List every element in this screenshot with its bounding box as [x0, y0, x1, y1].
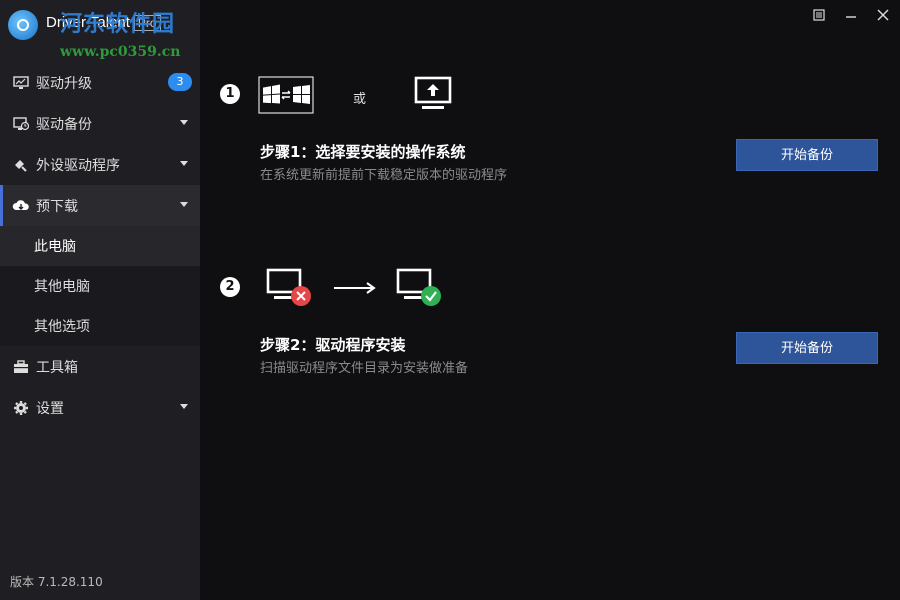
sidebar-item-label: 外设驱动程序 [36, 157, 120, 174]
start-backup-button-2[interactable]: 开始备份 [736, 332, 878, 364]
sidebar-item-toolbox[interactable]: 工具箱 [0, 346, 200, 387]
sidebar-subitem-other-pc[interactable]: 其他电脑 [0, 266, 200, 306]
sidebar-item-driver-update[interactable]: 驱动升级 3 [0, 62, 200, 103]
window-controls [812, 8, 890, 22]
sidebar-item-label: 工具箱 [36, 359, 78, 376]
chevron-down-icon [180, 404, 188, 409]
monitor-success-icon [396, 268, 444, 314]
sidebar-item-label: 设置 [36, 400, 64, 417]
or-label: 或 [353, 92, 367, 107]
main-panel: 1 或 步骤1：选择要安装的操作系统 在系统更新前提前下载稳定版本的驱动程序 开… [200, 0, 900, 600]
arrow-right-icon [333, 280, 377, 300]
monitor-error-icon [266, 268, 314, 314]
monitor-icon [12, 75, 30, 91]
sidebar-item-pre-download[interactable]: 预下载 [0, 185, 200, 226]
cloud-download-icon [12, 198, 30, 214]
sidebar-item-label: 驱动备份 [36, 116, 92, 133]
monitor-upload-icon [414, 76, 452, 118]
update-count-badge: 3 [168, 73, 192, 91]
peripheral-icon [12, 157, 30, 173]
step-2-title: 步骤2：驱动程序安装 [260, 336, 406, 354]
minimize-icon[interactable] [844, 8, 858, 22]
chevron-down-icon [180, 161, 188, 166]
chevron-down-icon [180, 120, 188, 125]
step-1-description: 在系统更新前提前下载稳定版本的驱动程序 [260, 168, 508, 183]
watermark-url: www.pc0359.cn [60, 44, 181, 60]
sidebar-item-driver-backup[interactable]: 驱动备份 [0, 103, 200, 144]
app-logo-icon [8, 10, 38, 40]
title-bar: Driver Talent Pro 河东软件园 www.pc0359.cn [0, 0, 200, 60]
os-switch-icon [258, 76, 314, 118]
gear-icon [12, 400, 30, 416]
sidebar-item-settings[interactable]: 设置 [0, 387, 200, 428]
backup-icon [12, 116, 30, 132]
sidebar-subitem-this-pc[interactable]: 此电脑 [0, 226, 200, 266]
step-number-2: 2 [220, 277, 240, 297]
sidebar: Driver Talent Pro 河东软件园 www.pc0359.cn 驱动升… [0, 0, 200, 600]
version-label: 版本 7.1.28.110 [10, 575, 103, 589]
sidebar-item-label: 预下载 [36, 198, 78, 215]
close-icon[interactable] [876, 8, 890, 22]
sidebar-item-label: 驱动升级 [36, 75, 92, 92]
step-2-description: 扫描驱动程序文件目录为安装做准备 [260, 361, 469, 376]
watermark-text: 河东软件园 [60, 11, 176, 37]
sidebar-item-peripheral-drivers[interactable]: 外设驱动程序 [0, 144, 200, 185]
step-number-1: 1 [220, 84, 240, 104]
chevron-down-icon [180, 202, 188, 207]
sidebar-nav: 驱动升级 3 驱动备份 外设驱动程序 预下载 此电脑 其他电脑 其他选项 工具箱… [0, 62, 200, 428]
sidebar-subitem-other-options[interactable]: 其他选项 [0, 306, 200, 346]
toolbox-icon [12, 359, 30, 375]
step-1-title: 步骤1：选择要安装的操作系统 [260, 143, 466, 161]
menu-icon[interactable] [812, 8, 826, 22]
start-backup-button-1[interactable]: 开始备份 [736, 139, 878, 171]
